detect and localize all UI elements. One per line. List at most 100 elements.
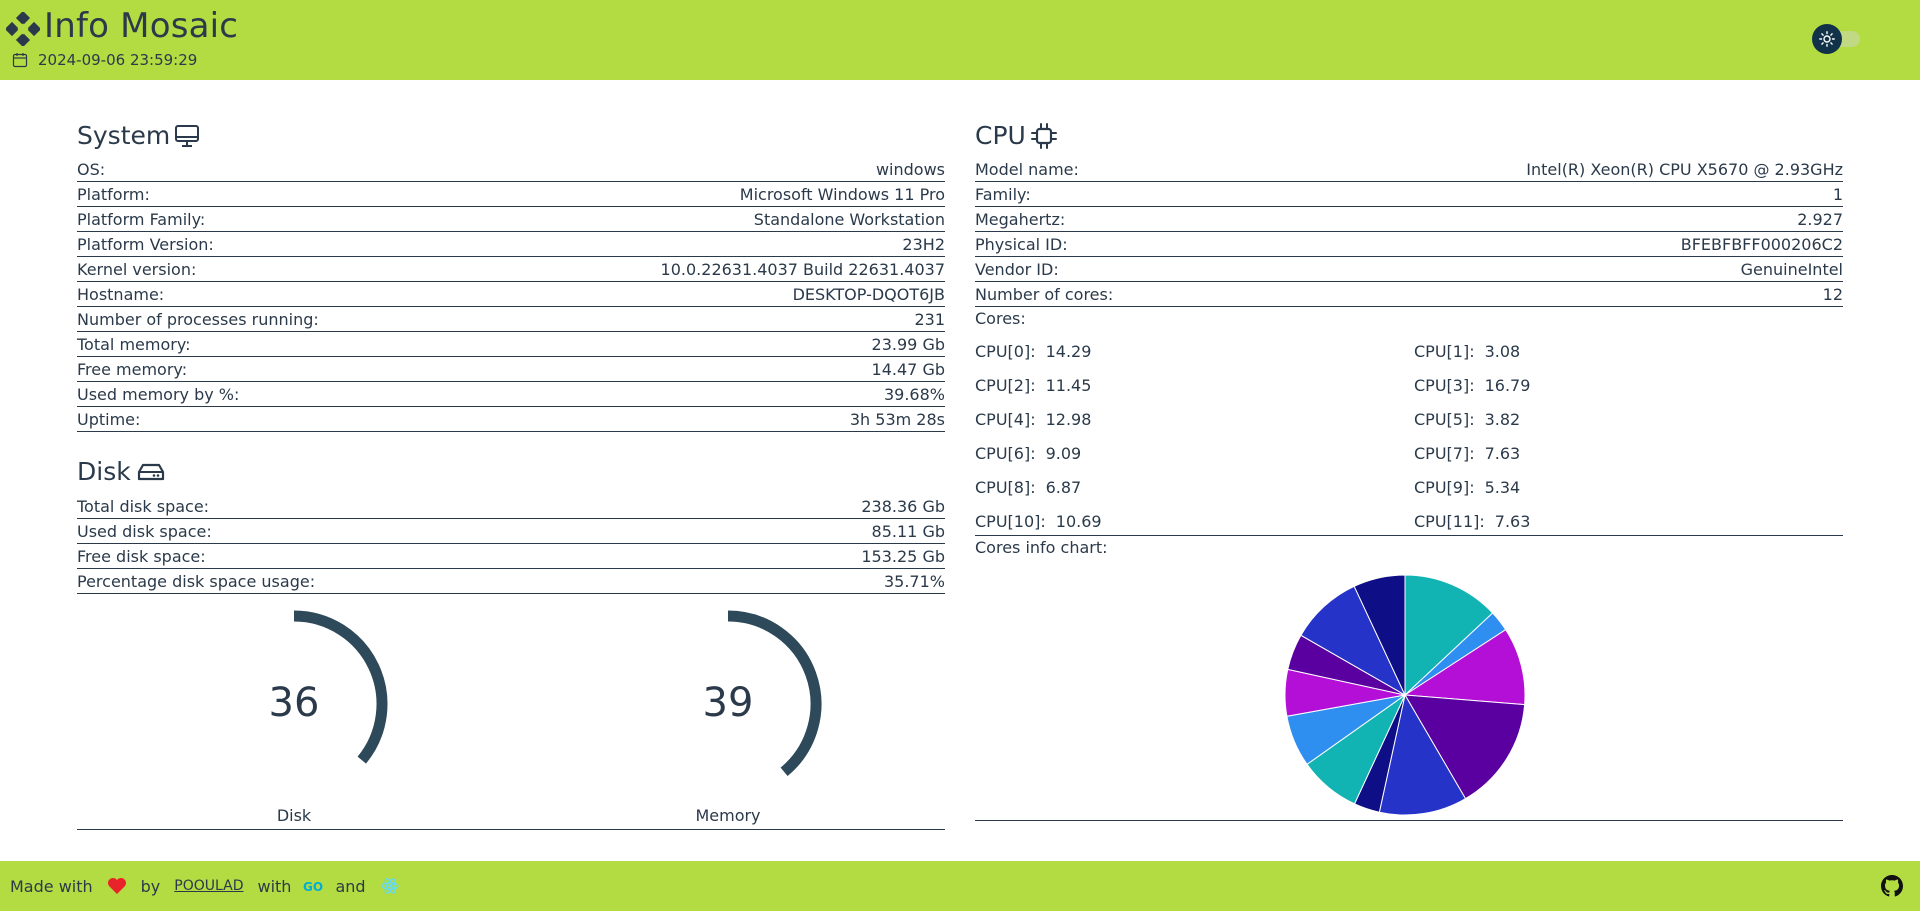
- cpu-row: Family: 1: [975, 182, 1843, 207]
- mosaic-logo-icon: [6, 12, 40, 46]
- core-name: CPU[0]:: [975, 342, 1036, 361]
- system-row-value: DESKTOP-DQOT6JB: [792, 284, 945, 304]
- system-row-value: Microsoft Windows 11 Pro: [739, 184, 945, 204]
- core-item: CPU[10]: 10.69: [975, 512, 1102, 531]
- cores-divider: [975, 535, 1843, 536]
- gauges-divider: [77, 829, 945, 830]
- system-row: Platform Version: 23H2: [77, 232, 945, 257]
- footer-with: with: [257, 876, 292, 896]
- disk-row-value: 153.25 Gb: [861, 546, 945, 566]
- svg-text:GO: GO: [303, 880, 323, 893]
- heart-icon: [107, 878, 126, 894]
- theme-toggle[interactable]: [1812, 24, 1862, 54]
- core-value: 3.82: [1484, 410, 1521, 429]
- core-name: CPU[3]:: [1414, 376, 1475, 395]
- system-row-label: Uptime:: [77, 409, 141, 429]
- system-row: Platform Family: Standalone Workstation: [77, 207, 945, 232]
- core-value: 3.08: [1484, 342, 1521, 361]
- app-header: Info Mosaic 2024-09-06 23:59:29: [0, 0, 1920, 80]
- disk-row-label: Used disk space:: [77, 521, 212, 541]
- core-name: CPU[8]:: [975, 478, 1036, 497]
- core-item: CPU[4]: 12.98: [975, 410, 1091, 429]
- memory-gauge: 39: [668, 608, 822, 777]
- system-row-value: Standalone Workstation: [753, 209, 945, 229]
- core-value: 16.79: [1484, 376, 1531, 395]
- cores-pie-chart: [1284, 574, 1526, 816]
- disk-row-label: Percentage disk space usage:: [77, 571, 316, 591]
- system-row-label: Number of processes running:: [77, 309, 319, 329]
- core-value: 7.63: [1484, 444, 1521, 463]
- cpu-row-value: 2.927: [1797, 209, 1843, 229]
- github-icon[interactable]: [1881, 875, 1903, 897]
- core-value: 14.29: [1045, 342, 1092, 361]
- disk-row: Percentage disk space usage: 35.71%: [77, 569, 945, 594]
- cpu-row-label: Number of cores:: [975, 284, 1114, 304]
- system-row-value: 39.68%: [883, 384, 945, 404]
- core-value: 11.45: [1045, 376, 1092, 395]
- cpu-row: Physical ID: BFEBFBFF000206C2: [975, 232, 1843, 257]
- system-row-label: Used memory by %:: [77, 384, 240, 404]
- cpu-row: Vendor ID: GenuineIntel: [975, 257, 1843, 282]
- system-row: Used memory by %: 39.68%: [77, 382, 945, 407]
- system-row: OS: windows: [77, 157, 945, 182]
- core-value: 6.87: [1045, 478, 1082, 497]
- core-name: CPU[1]:: [1414, 342, 1475, 361]
- system-row: Uptime: 3h 53m 28s: [77, 407, 945, 432]
- disk-title-text: Disk: [77, 457, 131, 486]
- cpu-row-label: Vendor ID:: [975, 259, 1059, 279]
- system-row-value: 3h 53m 28s: [849, 409, 945, 429]
- disk-gauge-value: 36: [268, 680, 320, 726]
- core-value: 10.69: [1055, 512, 1102, 531]
- core-name: CPU[7]:: [1414, 444, 1475, 463]
- sun-icon: [1819, 31, 1835, 47]
- system-row-value: 231: [914, 309, 945, 329]
- hard-drive-icon: [137, 463, 164, 480]
- system-row-label: Platform Version:: [77, 234, 214, 254]
- footer-made-with: Made with: [10, 876, 93, 896]
- core-value: 7.63: [1494, 512, 1531, 531]
- core-item: CPU[9]: 5.34: [1414, 478, 1520, 497]
- toggle-knob: [1812, 24, 1842, 54]
- datetime-text: 2024-09-06 23:59:29: [38, 51, 198, 69]
- core-item: CPU[11]: 7.63: [1414, 512, 1530, 531]
- system-row: Hostname: DESKTOP-DQOT6JB: [77, 282, 945, 307]
- cpu-row-value: Intel(R) Xeon(R) CPU X5670 @ 2.93GHz: [1526, 159, 1843, 179]
- core-item: CPU[0]: 14.29: [975, 342, 1091, 361]
- cpu-title-text: CPU: [975, 121, 1026, 150]
- system-section-title: System: [77, 121, 200, 150]
- system-row-value: windows: [875, 159, 945, 179]
- system-row-value: 23H2: [902, 234, 945, 254]
- system-row-value: 10.0.22631.4037 Build 22631.4037: [660, 259, 945, 279]
- system-title-text: System: [77, 121, 171, 150]
- disk-row: Free disk space: 153.25 Gb: [77, 544, 945, 569]
- core-name: CPU[9]:: [1414, 478, 1475, 497]
- cpu-row-label: Megahertz:: [975, 209, 1066, 229]
- footer-by: by: [140, 876, 161, 896]
- cpu-row: Number of cores: 12: [975, 282, 1843, 307]
- footer-and: and: [335, 876, 366, 896]
- disk-row-label: Total disk space:: [77, 496, 210, 516]
- core-item: CPU[8]: 6.87: [975, 478, 1081, 497]
- core-name: CPU[2]:: [975, 376, 1036, 395]
- core-item: CPU[3]: 16.79: [1414, 376, 1530, 395]
- cpu-row-value: GenuineIntel: [1740, 259, 1843, 279]
- system-row: Total memory: 23.99 Gb: [77, 332, 945, 357]
- cpu-row-value: 1: [1832, 184, 1843, 204]
- cores-label: Cores:: [975, 309, 1026, 328]
- disk-row: Used disk space: 85.11 Gb: [77, 519, 945, 544]
- author-link[interactable]: POOULAD: [174, 878, 243, 894]
- disk-row-label: Free disk space:: [77, 546, 206, 566]
- disk-row: Total disk space: 238.36 Gb: [77, 494, 945, 519]
- system-row-label: Free memory:: [77, 359, 188, 379]
- cpu-row-label: Physical ID:: [975, 234, 1068, 254]
- disk-gauge-label: Disk: [276, 806, 312, 825]
- system-row-label: Hostname:: [77, 284, 165, 304]
- cpu-row: Model name: Intel(R) Xeon(R) CPU X5670 @ …: [975, 157, 1843, 182]
- disk-gauge: 36: [234, 608, 388, 768]
- system-row: Platform: Microsoft Windows 11 Pro: [77, 182, 945, 207]
- system-row-label: Total memory:: [77, 334, 191, 354]
- system-row: Free memory: 14.47 Gb: [77, 357, 945, 382]
- core-name: CPU[11]:: [1414, 512, 1485, 531]
- cpu-row-value: 12: [1822, 284, 1843, 304]
- system-row-label: Kernel version:: [77, 259, 197, 279]
